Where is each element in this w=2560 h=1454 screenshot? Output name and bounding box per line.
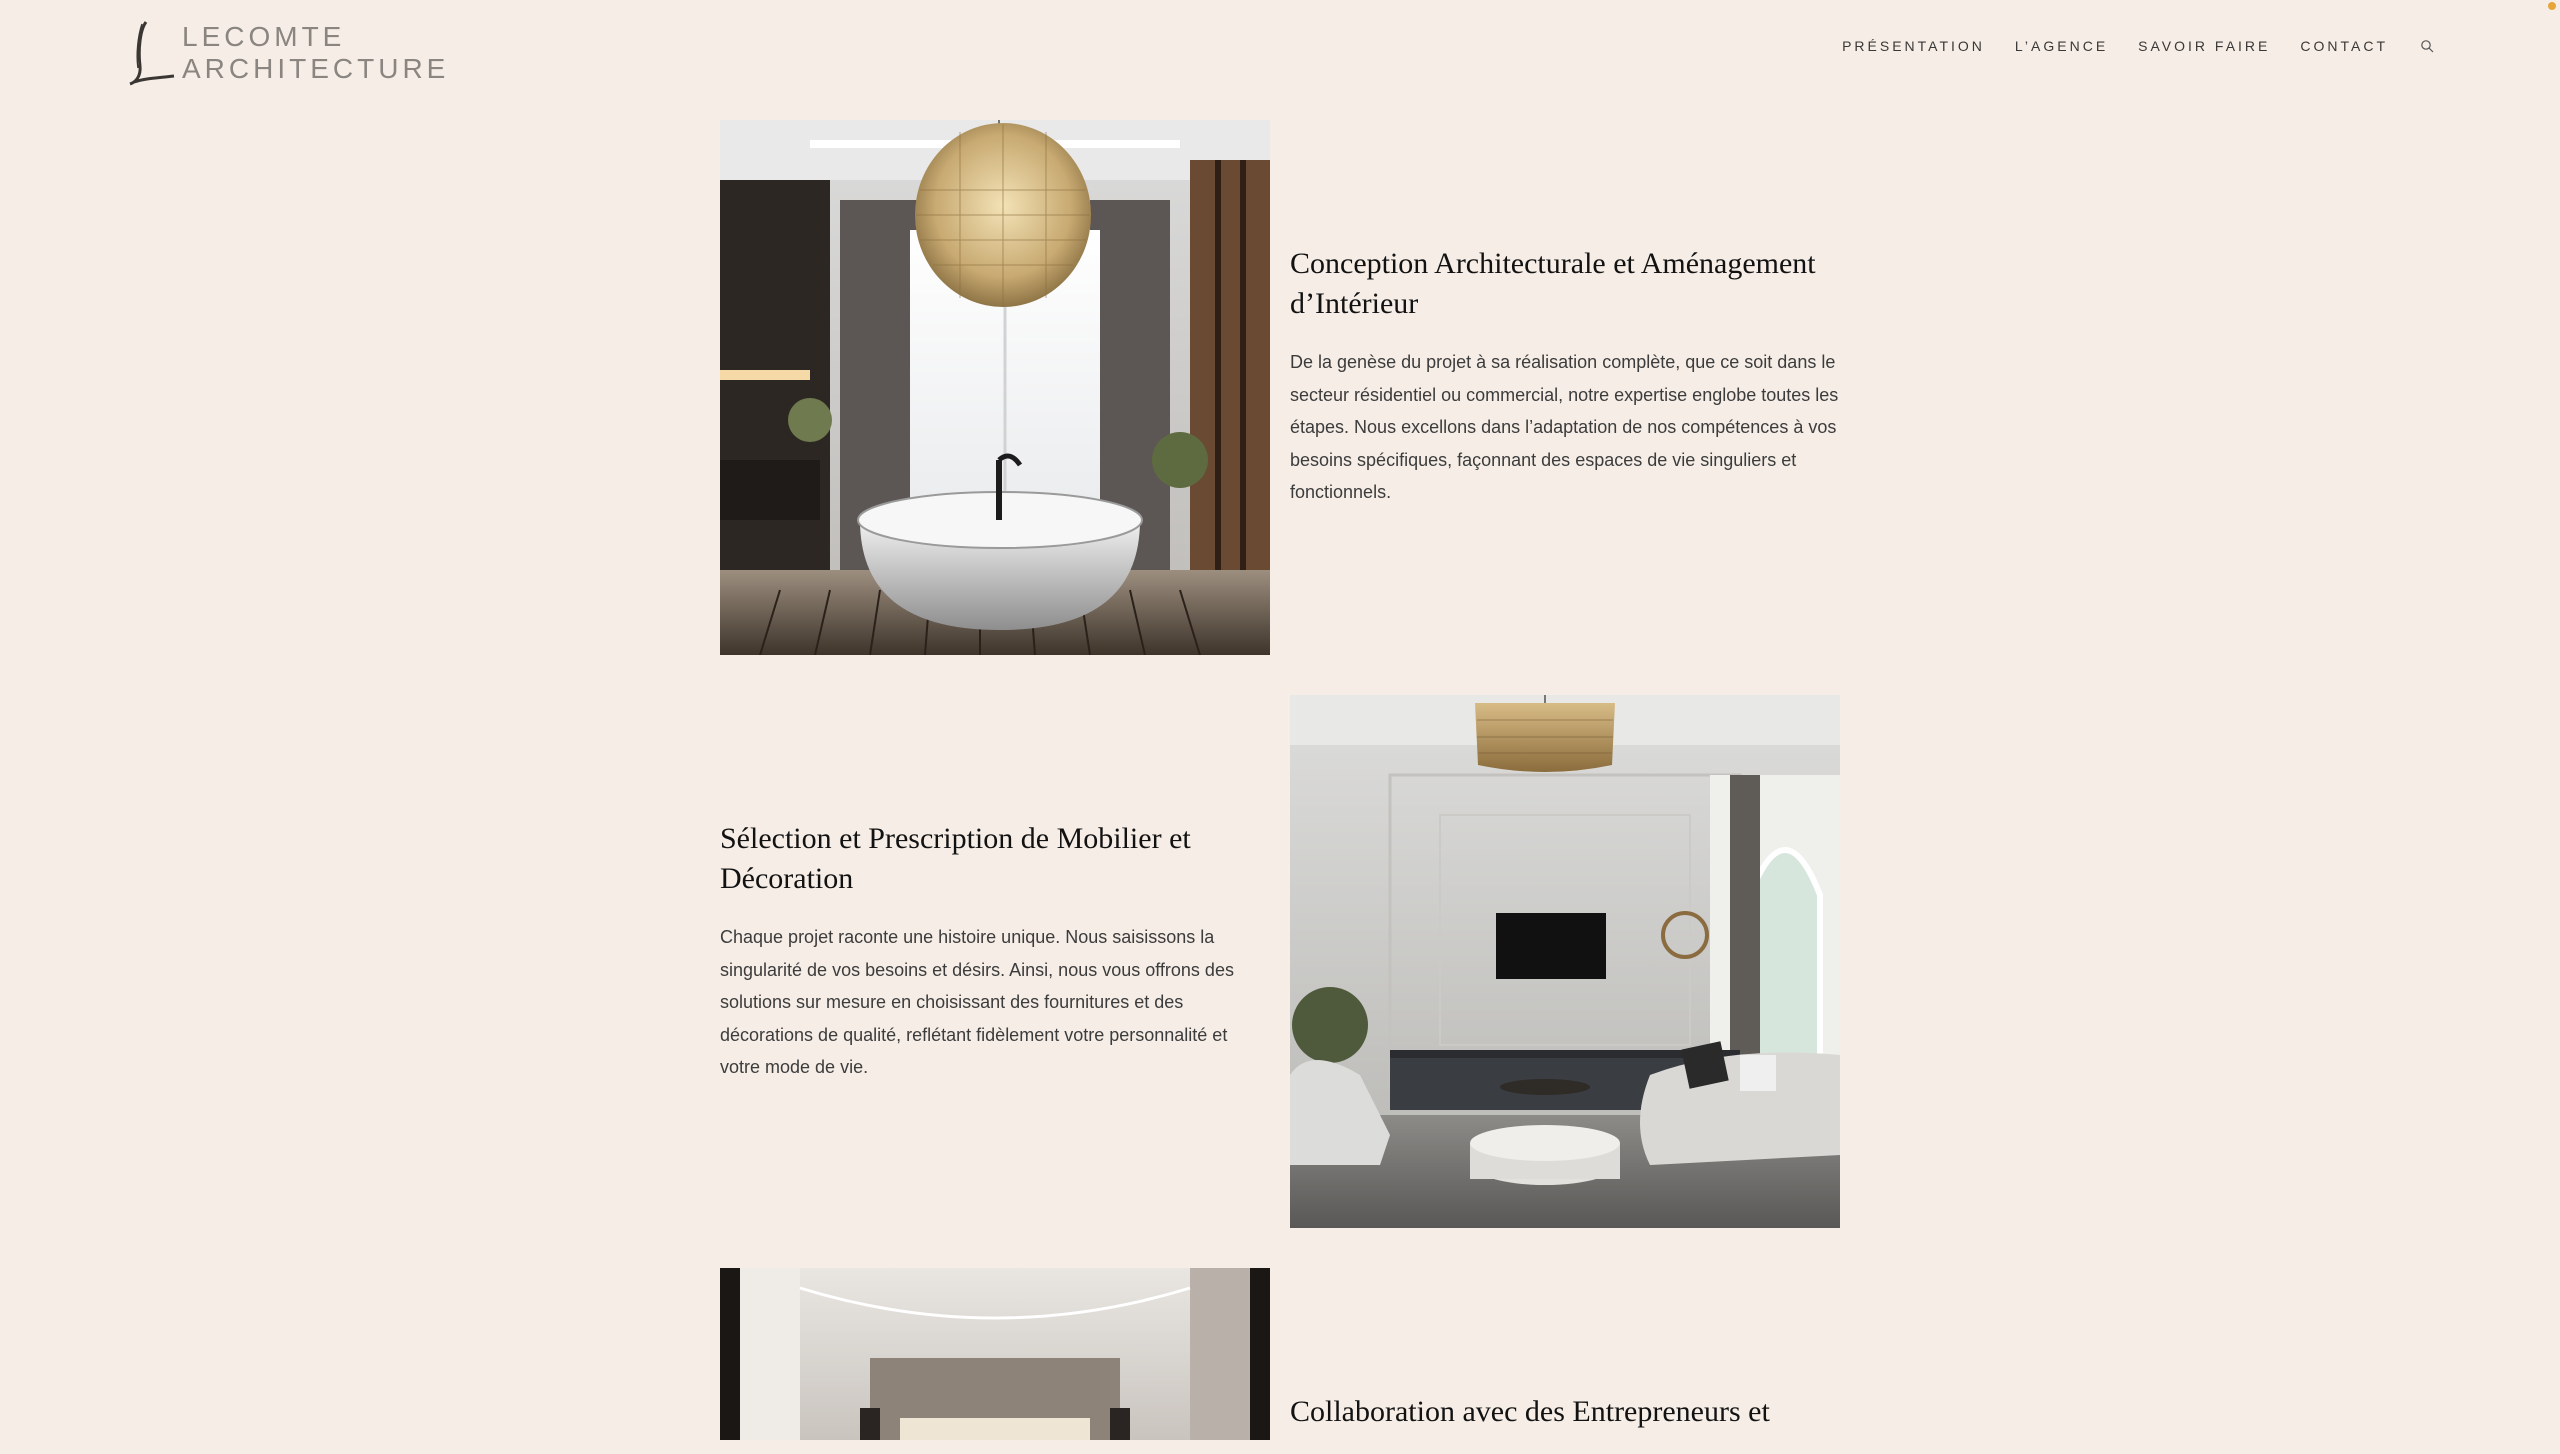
nav-item-savoir-faire[interactable]: SAVOIR FAIRE <box>2138 38 2270 54</box>
section-collaboration-text: Collaboration avec des Entrepreneurs et <box>1290 1392 1840 1454</box>
logo-text: LECOMTE ARCHITECTURE <box>182 21 449 85</box>
logo-line-2: ARCHITECTURE <box>182 53 450 84</box>
site-header: LECOMTE ARCHITECTURE PRÉSENTATION L’AGEN… <box>0 0 2560 110</box>
living-room-photo <box>1290 695 1840 1228</box>
section-body: Chaque projet raconte une histoire uniqu… <box>720 927 1234 1077</box>
notification-dot <box>2548 2 2556 10</box>
hallway-photo <box>720 1268 1270 1440</box>
section-selection: Sélection et Prescription de Mobilier et… <box>720 695 1840 1228</box>
section-title: Conception Architecturale et Aménagement… <box>1290 247 1816 320</box>
search-icon[interactable] <box>2420 39 2434 53</box>
section-title: Sélection et Prescription de Mobilier et… <box>720 822 1191 895</box>
site-logo[interactable]: LECOMTE ARCHITECTURE <box>128 20 449 86</box>
nav-item-presentation[interactable]: PRÉSENTATION <box>1842 38 1985 54</box>
nav-item-agence[interactable]: L’AGENCE <box>2015 38 2108 54</box>
nav-item-contact[interactable]: CONTACT <box>2300 38 2388 54</box>
section-collaboration: Collaboration avec des Entrepreneurs et <box>720 1268 1840 1440</box>
section-title: Collaboration avec des Entrepreneurs et <box>1290 1395 1770 1428</box>
section-selection-text: Sélection et Prescription de Mobilier et… <box>720 819 1270 1084</box>
logo-mark-icon <box>129 21 175 86</box>
section-conception: Conception Architecturale et Aménagement… <box>720 120 1840 655</box>
logo-line-1: LECOMTE <box>182 21 346 52</box>
section-body: De la genèse du projet à sa réalisation … <box>1290 352 1839 502</box>
bathroom-photo <box>720 120 1270 655</box>
section-conception-text: Conception Architecturale et Aménagement… <box>1290 244 1840 509</box>
main-nav: PRÉSENTATION L’AGENCE SAVOIR FAIRE CONTA… <box>1842 38 2434 54</box>
